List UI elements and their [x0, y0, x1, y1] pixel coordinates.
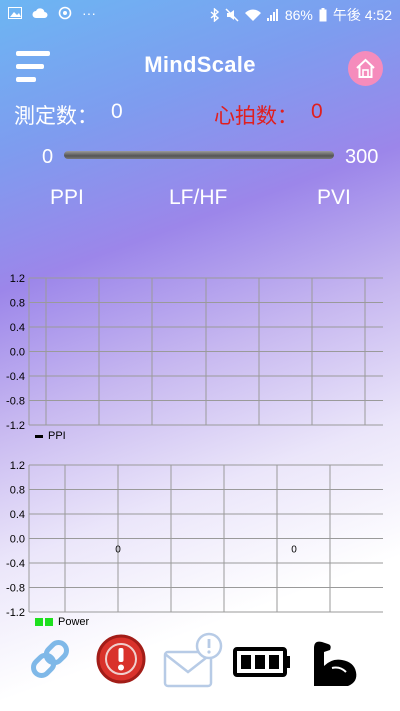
home-button[interactable]: [348, 51, 383, 86]
power-chart: 1.2 0.8 0.4 0.0 -0.4 -0.8 -1.2 0 0 Power: [0, 455, 400, 635]
y-tick-label: -0.8: [6, 583, 25, 595]
measure-count-value: 0: [111, 100, 123, 123]
battery-button[interactable]: [233, 647, 293, 682]
power-chart-plot: 1.2 0.8 0.4 0.0 -0.4 -0.8 -1.2 0 0: [6, 460, 383, 619]
lfhf-label: LF/HF: [169, 186, 228, 209]
y-tick-label: -0.4: [6, 371, 25, 383]
mute-icon: [225, 8, 239, 22]
ppi-chart: 1.2 0.8 0.4 0.0 -0.4 -0.8 -1.2 PPI: [0, 268, 400, 448]
y-tick-label: 0.8: [10, 298, 25, 310]
ppi-legend: PPI: [35, 430, 66, 442]
flex-arm-button[interactable]: [310, 636, 362, 693]
signal-icon: [266, 9, 278, 21]
slider-max-label: 300: [345, 146, 379, 168]
ppi-label: PPI: [50, 186, 84, 209]
y-tick-label: 1.2: [10, 273, 25, 285]
power-legend: Power: [35, 616, 89, 628]
app-title: MindScale: [144, 52, 256, 77]
wifi-icon: [244, 9, 261, 21]
cloud-icon: [32, 7, 48, 18]
mail-alert-button[interactable]: [162, 630, 226, 695]
ppi-legend-label: PPI: [48, 430, 66, 442]
gallery-icon: [8, 7, 22, 19]
heart-rate-label: 心拍数：: [214, 105, 298, 128]
y-tick-label: -1.2: [6, 607, 25, 619]
status-overflow: ···: [82, 5, 96, 21]
link-icon: [31, 640, 69, 678]
clock: 午後 4:52: [332, 7, 392, 23]
power-legend-swatch: [45, 618, 53, 627]
power-legend-swatch: [35, 618, 43, 627]
bluetooth-icon: [210, 8, 219, 22]
battery-percent: 86%: [284, 7, 313, 23]
link-button[interactable]: [24, 633, 76, 690]
heart-rate-value: 0: [311, 100, 323, 123]
y-tick-label: 0.0: [10, 347, 25, 359]
y-tick-label: 1.2: [10, 460, 25, 472]
pvi-label: PVI: [317, 186, 351, 209]
y-tick-label: 0.0: [10, 534, 25, 546]
status-bar: ··· 86% 午後 4:52: [0, 0, 400, 28]
range-slider[interactable]: [64, 151, 334, 159]
power-legend-label: Power: [58, 616, 90, 628]
y-tick-label: 0.8: [10, 485, 25, 497]
measure-count-label: 測定数：: [14, 105, 98, 128]
y-tick-label: -1.2: [6, 420, 25, 432]
y-tick-label: -0.8: [6, 396, 25, 408]
flex-arm-icon: [314, 641, 357, 686]
y-tick-label: -0.4: [6, 558, 25, 570]
ppi-legend-swatch: [35, 434, 43, 438]
home-icon: [356, 58, 375, 78]
bar-value-label: 0: [291, 545, 297, 556]
ppi-chart-plot: 1.2 0.8 0.4 0.0 -0.4 -0.8 -1.2: [6, 273, 383, 432]
y-tick-label: 0.4: [10, 509, 25, 521]
battery-icon: [233, 647, 290, 677]
mail-alert-icon: [163, 632, 223, 688]
bar-value-label: 0: [115, 545, 121, 556]
alert-button[interactable]: [96, 634, 146, 689]
battery-status-icon: [319, 8, 327, 22]
y-tick-label: 0.4: [10, 322, 25, 334]
sync-icon: [58, 6, 72, 20]
slider-min-label: 0: [42, 146, 54, 168]
alert-icon: [96, 634, 146, 684]
